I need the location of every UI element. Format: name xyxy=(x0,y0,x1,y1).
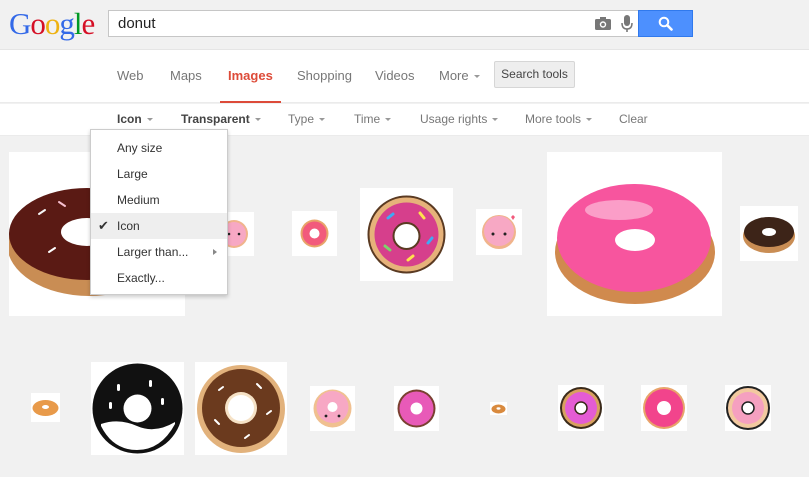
glazed-donut-image xyxy=(491,404,506,414)
search-nav: Web Maps Images Shopping Videos More Sea… xyxy=(0,50,809,103)
logo-letter: e xyxy=(81,6,96,41)
size-option-large[interactable]: Large xyxy=(91,161,227,187)
result-image[interactable] xyxy=(31,393,60,422)
logo-letter: o xyxy=(44,6,60,41)
pink-donut-image xyxy=(300,219,329,248)
result-image[interactable] xyxy=(360,188,453,281)
chevron-down-icon xyxy=(254,118,261,122)
result-image[interactable] xyxy=(91,362,184,455)
result-image[interactable] xyxy=(740,206,798,261)
glazed-donut-image xyxy=(32,400,59,416)
logo-letter: G xyxy=(9,6,31,41)
tab-images[interactable]: Images xyxy=(220,68,281,103)
size-option-medium[interactable]: Medium xyxy=(91,187,227,213)
tool-type[interactable]: Type xyxy=(288,112,326,126)
size-option-larger-than[interactable]: Larger than... xyxy=(91,239,227,265)
google-logo[interactable]: Google xyxy=(9,6,96,41)
chocolate-donut-image xyxy=(743,217,795,253)
tool-clear[interactable]: Clear xyxy=(619,112,648,126)
outlined-donut-image xyxy=(726,386,770,430)
result-image[interactable] xyxy=(547,152,722,316)
kawaii-donut-image xyxy=(313,389,352,428)
chocolate-donut-image xyxy=(197,365,285,453)
tool-label: Type xyxy=(288,112,315,126)
tool-more-tools[interactable]: More tools xyxy=(525,112,593,126)
tab-maps[interactable]: Maps xyxy=(170,68,202,103)
size-option-label: Icon xyxy=(117,219,140,233)
chevron-down-icon xyxy=(319,118,326,122)
kawaii-donut-image xyxy=(482,215,516,249)
size-option-label: Larger than... xyxy=(117,245,189,259)
result-image[interactable] xyxy=(292,211,337,256)
black-donut-icon-image xyxy=(92,363,183,454)
chevron-down-icon xyxy=(492,118,499,122)
search-tools-button[interactable]: Search tools xyxy=(494,61,575,88)
size-option-icon[interactable]: ✔ Icon xyxy=(91,213,227,239)
tab-more[interactable]: More xyxy=(439,68,480,103)
tab-shopping[interactable]: Shopping xyxy=(297,68,352,103)
result-image[interactable] xyxy=(195,362,287,455)
result-image[interactable] xyxy=(641,385,687,431)
mic-icon[interactable] xyxy=(621,15,633,33)
camera-icon[interactable] xyxy=(595,17,611,30)
pixel-donut-image xyxy=(397,389,436,428)
tool-label: Time xyxy=(354,112,381,126)
chevron-down-icon xyxy=(586,118,593,122)
submenu-arrow-icon xyxy=(213,249,217,255)
result-image[interactable] xyxy=(394,386,439,431)
result-image[interactable] xyxy=(476,209,522,255)
result-image[interactable] xyxy=(558,385,604,431)
tool-color[interactable]: Transparent xyxy=(181,112,261,126)
logo-letter: l xyxy=(73,6,83,41)
sprinkle-donut-image xyxy=(367,195,446,274)
tab-more-label: More xyxy=(439,68,469,83)
size-option-exactly[interactable]: Exactly... xyxy=(91,265,227,291)
result-image[interactable] xyxy=(725,385,771,431)
header: Google xyxy=(0,0,809,50)
tool-label: More tools xyxy=(525,112,582,126)
chevron-down-icon xyxy=(473,75,480,79)
magnifier-icon xyxy=(658,16,673,31)
pink-donut-image xyxy=(643,387,685,429)
tab-videos[interactable]: Videos xyxy=(375,68,415,103)
logo-letter: g xyxy=(59,6,74,41)
size-option-any[interactable]: Any size xyxy=(91,135,227,161)
search-button[interactable] xyxy=(638,10,693,37)
result-image[interactable] xyxy=(310,386,355,431)
tool-label: Icon xyxy=(117,112,142,126)
result-image[interactable] xyxy=(490,402,507,415)
tool-usage-rights[interactable]: Usage rights xyxy=(420,112,499,126)
chevron-down-icon xyxy=(385,118,392,122)
purple-donut-image xyxy=(560,387,602,429)
chevron-down-icon xyxy=(146,118,153,122)
tool-label: Transparent xyxy=(181,112,250,126)
tool-size[interactable]: Icon xyxy=(117,112,153,126)
search-input[interactable] xyxy=(109,11,579,36)
size-dropdown: Any size Large Medium ✔ Icon Larger than… xyxy=(90,129,228,295)
tab-web[interactable]: Web xyxy=(117,68,144,103)
logo-letter: o xyxy=(30,6,45,41)
checkmark-icon: ✔ xyxy=(98,218,109,233)
search-box xyxy=(108,10,638,37)
tool-label: Usage rights xyxy=(420,112,488,126)
pink-donut-large-image xyxy=(555,184,715,304)
tool-time[interactable]: Time xyxy=(354,112,392,126)
